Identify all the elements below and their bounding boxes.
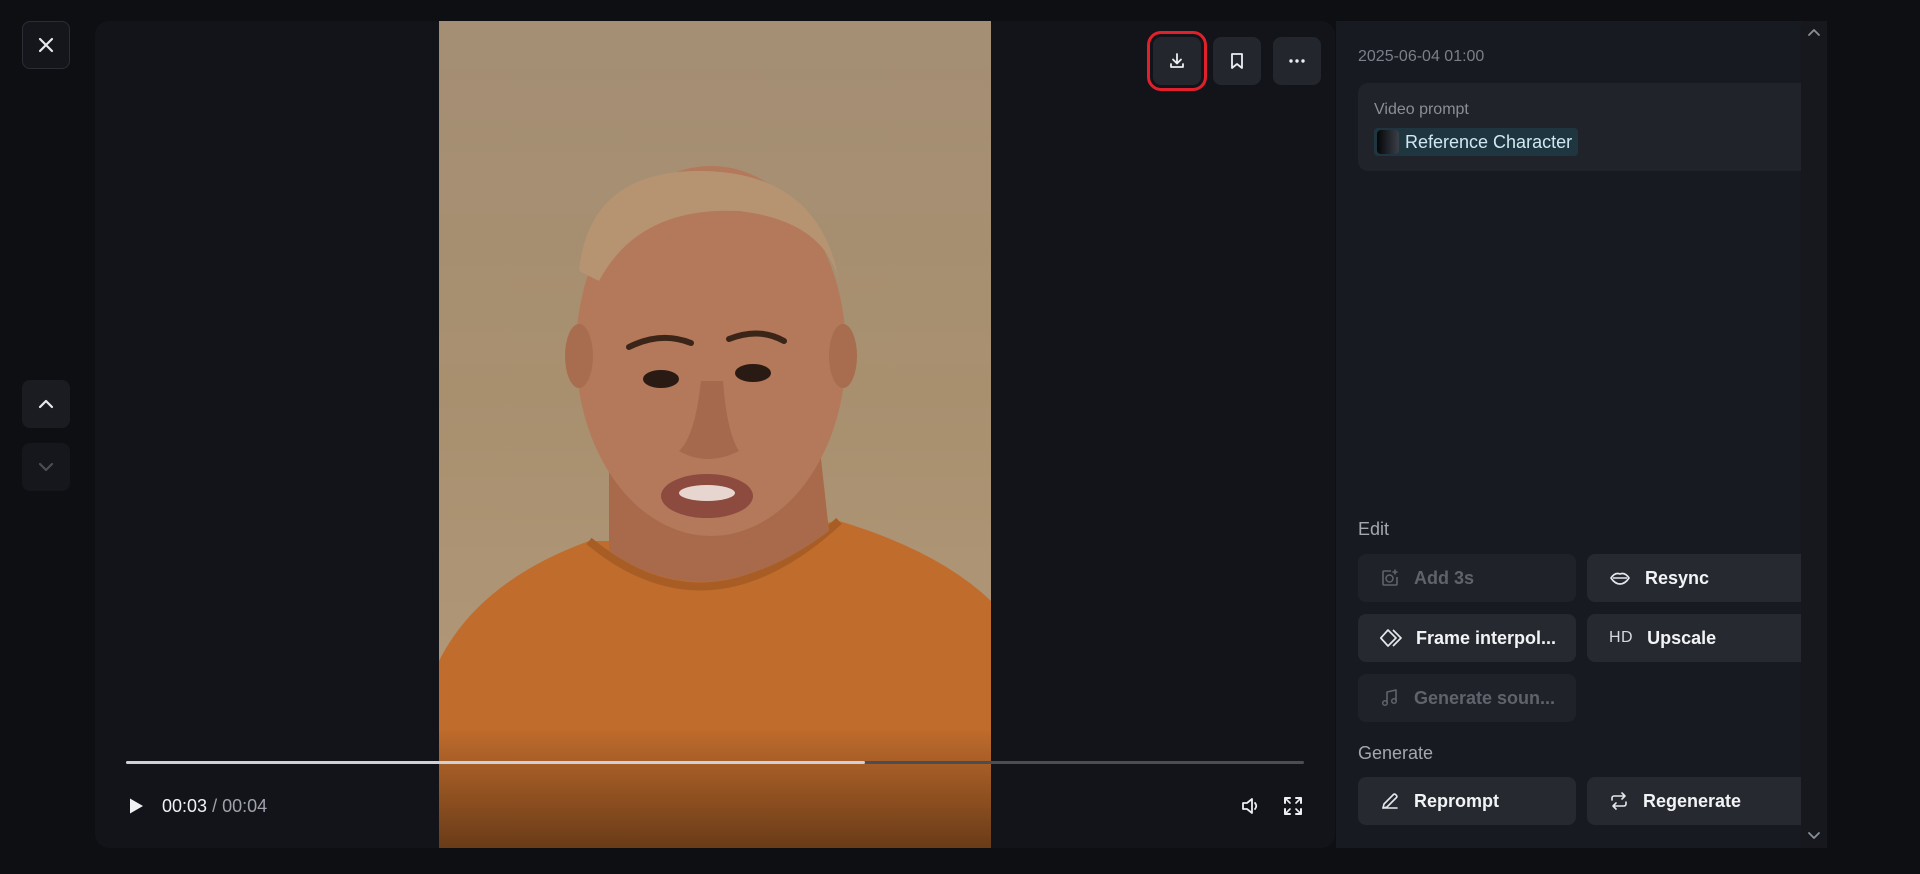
volume-button[interactable]	[1240, 795, 1262, 817]
frame-interpolation-icon	[1380, 629, 1402, 647]
video-prompt-label: Video prompt	[1374, 101, 1469, 118]
volume-icon	[1242, 798, 1258, 814]
reprompt-button[interactable]: Reprompt	[1358, 777, 1576, 825]
upscale-label: Upscale	[1647, 627, 1717, 648]
video-actions	[1147, 31, 1321, 91]
video-frame[interactable]	[439, 21, 991, 848]
bookmark-icon	[1231, 53, 1243, 69]
upscale-button[interactable]: HD Upscale	[1587, 614, 1801, 662]
close-button[interactable]	[22, 21, 70, 69]
generate-section-label: Generate	[1358, 743, 1434, 763]
bookmark-button[interactable]	[1213, 37, 1261, 85]
duration: 00:04	[222, 795, 268, 816]
resync-button[interactable]: Resync	[1587, 554, 1801, 602]
more-horizontal-icon	[1289, 59, 1305, 63]
generation-timestamp: 2025-06-04 01:00	[1358, 48, 1485, 65]
resync-label: Resync	[1645, 567, 1710, 588]
video-player: 00:03 / 00:04	[95, 21, 1335, 848]
add-3s-button[interactable]: Add 3s	[1358, 554, 1576, 602]
video-subject-image	[439, 166, 991, 848]
scroll-down-icon[interactable]	[1806, 827, 1822, 843]
playback-progress-fill	[126, 761, 865, 764]
music-note-icon	[1381, 689, 1398, 707]
lips-icon	[1610, 572, 1630, 585]
fullscreen-icon	[1284, 797, 1302, 815]
play-button[interactable]	[126, 796, 146, 816]
clock-plus-icon	[1382, 569, 1398, 586]
fullscreen-button[interactable]	[1282, 795, 1304, 817]
frame-interpolation-button[interactable]: Frame interpol...	[1358, 614, 1576, 662]
download-button[interactable]	[1147, 31, 1207, 91]
chevron-up-icon	[38, 399, 54, 409]
video-prompt-card: Video prompt Reference Character	[1358, 83, 1801, 171]
regenerate-label: Regenerate	[1643, 790, 1742, 811]
reprompt-label: Reprompt	[1414, 790, 1499, 811]
add-3s-label: Add 3s	[1414, 567, 1475, 588]
reference-thumbnail	[1377, 130, 1399, 154]
playback-progress-bar[interactable]	[126, 761, 1304, 764]
time-separator: /	[212, 795, 218, 816]
generate-sound-button[interactable]: Generate soun...	[1358, 674, 1576, 722]
reference-character-label: Reference Character	[1405, 131, 1573, 152]
close-icon	[38, 37, 54, 53]
edit-section-label: Edit	[1358, 519, 1390, 539]
play-icon	[130, 798, 143, 814]
previous-item-button[interactable]	[22, 380, 70, 428]
reference-character-chip[interactable]: Reference Character	[1374, 128, 1579, 156]
chevron-down-icon	[38, 462, 54, 472]
pencil-icon	[1382, 793, 1398, 809]
scroll-up-icon[interactable]	[1806, 25, 1822, 41]
repeat-icon	[1611, 792, 1627, 810]
details-panel: 2025-06-04 01:00 Video prompt Reference …	[1336, 21, 1801, 848]
regenerate-button[interactable]: Regenerate	[1587, 777, 1801, 825]
time-display: 00:03 / 00:04	[162, 796, 267, 817]
more-options-button[interactable]	[1273, 37, 1321, 85]
frame-interpolation-label: Frame interpol...	[1416, 627, 1557, 648]
next-item-button[interactable]	[22, 443, 70, 491]
panel-scrollbar[interactable]	[1801, 21, 1827, 848]
playback-controls: 00:03 / 00:04	[126, 791, 1304, 821]
download-icon	[1170, 53, 1184, 68]
current-time: 00:03	[162, 795, 208, 816]
generate-sound-label: Generate soun...	[1414, 687, 1556, 708]
hd-icon: HD	[1609, 629, 1634, 646]
